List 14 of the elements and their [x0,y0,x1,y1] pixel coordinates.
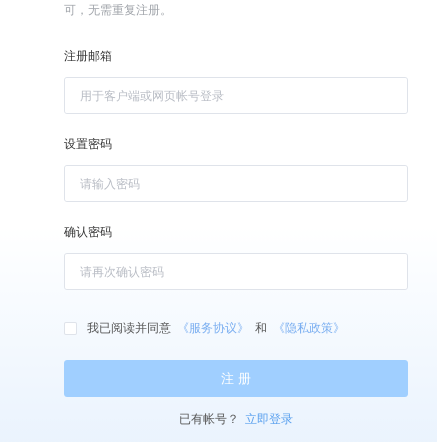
service-agreement-link[interactable]: 《服务协议》 [177,320,249,336]
login-prompt-text: 已有帐号？ [179,411,239,427]
field-label: 注册邮箱 [64,48,113,64]
conjunction-text: 和 [255,320,267,336]
login-link[interactable]: 立即登录 [245,411,293,427]
agreement-text: 我已阅读并同意 [87,320,171,336]
field-label: 确认密码 [64,224,113,240]
notice-text: 可，无需重复注册。 [64,2,173,18]
field-label: 设置密码 [64,136,113,152]
input-field[interactable]: 请再次确认密码 [64,253,408,290]
checkbox[interactable] [64,322,77,334]
privacy-policy-link[interactable]: 《隐私政策》 [273,320,345,336]
input-field[interactable]: 用于客户端或网页帐号登录 [64,77,408,114]
input-field[interactable]: 请输入密码 [64,165,408,202]
